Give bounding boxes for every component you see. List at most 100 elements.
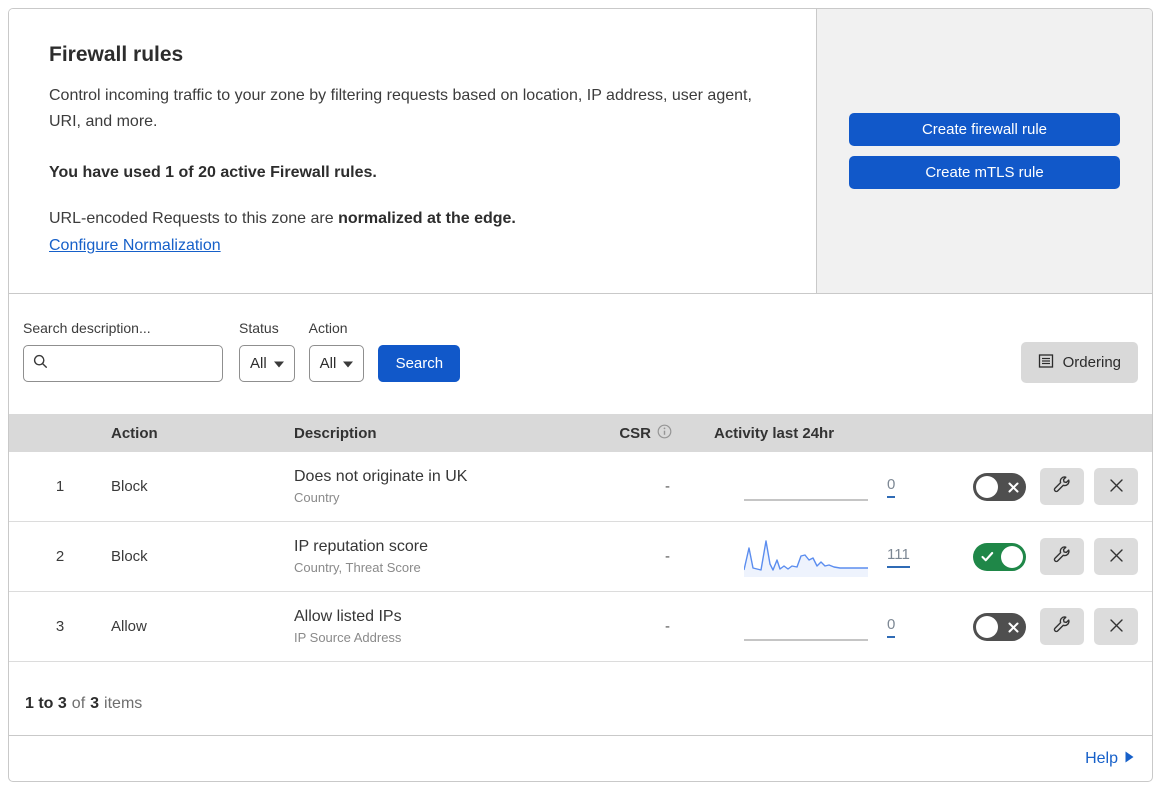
- edit-rule-button[interactable]: [1040, 468, 1084, 505]
- pagination-items: items: [104, 694, 143, 712]
- toggle-knob: [1001, 545, 1023, 568]
- normalization-bold-text: normalized at the edge.: [338, 210, 516, 228]
- rule-description-cell: IP reputation score Country, Threat Scor…: [272, 538, 602, 575]
- pagination: 1 to 3 of 3 items: [9, 662, 1152, 736]
- rule-enabled-toggle[interactable]: [973, 542, 1026, 571]
- wrench-icon: [1052, 475, 1072, 498]
- page-title: Firewall rules: [49, 43, 184, 66]
- action-dropdown-value: All: [319, 355, 337, 372]
- delete-rule-button[interactable]: [1094, 608, 1138, 645]
- configure-normalization-link[interactable]: Configure Normalization: [49, 237, 221, 255]
- table-row: 1 Block Does not originate in UK Country…: [9, 452, 1152, 522]
- activity-sparkline: [743, 537, 868, 577]
- filter-bar: Search description... Status All Action …: [9, 294, 1152, 414]
- rule-csr-value: -: [665, 618, 670, 635]
- rule-description: Does not originate in UK: [294, 468, 468, 485]
- normalization-note: URL-encoded Requests to this zone are no…: [49, 210, 776, 228]
- ordering-button[interactable]: Ordering: [1020, 342, 1138, 383]
- table-row: 3 Allow Allow listed IPs IP Source Addre…: [9, 592, 1152, 662]
- action-column-header: Action: [111, 424, 158, 442]
- pagination-of: of: [71, 694, 86, 712]
- rule-index: 1: [55, 478, 65, 495]
- activity-sparkline-empty: [744, 607, 868, 647]
- ordering-button-label: Ordering: [1062, 354, 1121, 371]
- delete-rule-button[interactable]: [1094, 468, 1138, 505]
- edit-rule-button[interactable]: [1040, 608, 1084, 645]
- search-input-wrapper: [23, 345, 223, 382]
- rule-description-cell: Does not originate in UK Country: [272, 468, 602, 505]
- rule-controls: [954, 538, 1152, 575]
- status-label: Status: [239, 320, 279, 336]
- rule-controls: [954, 608, 1152, 645]
- create-firewall-rule-button[interactable]: Create firewall rule: [849, 113, 1120, 146]
- delete-rule-button[interactable]: [1094, 538, 1138, 575]
- close-icon: [1109, 618, 1124, 636]
- status-dropdown-value: All: [250, 355, 267, 372]
- rule-activity-cell: 0: [696, 607, 954, 647]
- help-link-label: Help: [1085, 749, 1118, 767]
- rule-action: Block: [111, 548, 148, 565]
- toggle-on-check-icon: [981, 550, 994, 568]
- usage-summary: You have used 1 of 20 active Firewall ru…: [49, 164, 377, 182]
- search-label: Search description...: [23, 320, 151, 336]
- rule-index: 3: [55, 618, 65, 635]
- rule-action: Block: [111, 478, 148, 495]
- search-icon: [33, 354, 48, 374]
- create-mtls-rule-button[interactable]: Create mTLS rule: [849, 156, 1120, 189]
- rule-fields: Country: [294, 490, 340, 505]
- toggle-off-x-icon: [1008, 620, 1019, 638]
- toggle-off-x-icon: [1008, 480, 1019, 498]
- help-arrow-icon: [1125, 750, 1134, 768]
- pagination-total: 3: [90, 694, 100, 712]
- actions-panel: Create firewall rule Create mTLS rule: [816, 9, 1152, 293]
- help-bar: Help: [9, 736, 1152, 781]
- firewall-rules-page: Firewall rules Control incoming traffic …: [8, 8, 1153, 782]
- activity-count-link[interactable]: 0: [887, 616, 896, 638]
- close-icon: [1109, 478, 1124, 496]
- action-dropdown[interactable]: All: [308, 345, 365, 382]
- edit-rule-button[interactable]: [1040, 538, 1084, 575]
- csr-column-header: CSR: [602, 424, 696, 443]
- rule-action: Allow: [111, 618, 147, 635]
- rule-enabled-toggle[interactable]: [973, 472, 1026, 501]
- page-description: Control incoming traffic to your zone by…: [49, 87, 752, 130]
- rule-enabled-toggle[interactable]: [973, 612, 1026, 641]
- rule-description: Allow listed IPs: [294, 608, 402, 625]
- chevron-down-icon: [273, 355, 284, 372]
- action-filter-group: Action All: [308, 320, 379, 382]
- wrench-icon: [1052, 545, 1072, 568]
- status-filter-group: Status All: [239, 320, 309, 382]
- search-group: Search description...: [23, 320, 239, 382]
- description-column-header: Description: [294, 424, 377, 442]
- status-dropdown[interactable]: All: [239, 345, 295, 382]
- rule-description: IP reputation score: [294, 538, 429, 555]
- rule-fields: IP Source Address: [294, 630, 402, 645]
- info-icon[interactable]: [657, 424, 672, 443]
- activity-sparkline-empty: [744, 467, 868, 507]
- rule-description-cell: Allow listed IPs IP Source Address: [272, 608, 602, 645]
- toggle-knob: [976, 615, 998, 638]
- rule-controls: [954, 468, 1152, 505]
- rule-index: 2: [55, 548, 65, 565]
- rule-csr-value: -: [665, 548, 670, 565]
- table-header: Action Description CSR Activity last 24h…: [9, 414, 1152, 452]
- ordering-list-icon: [1038, 353, 1054, 373]
- rule-activity-cell: 111: [696, 537, 954, 577]
- rule-fields: Country, Threat Score: [294, 560, 421, 575]
- rule-activity-cell: 0: [696, 467, 954, 507]
- csr-header-label: CSR: [619, 424, 651, 442]
- normalization-text: URL-encoded Requests to this zone are: [49, 210, 339, 228]
- pagination-range: 1 to 3: [25, 694, 67, 712]
- help-link[interactable]: Help: [1085, 750, 1134, 768]
- table-row: 2 Block IP reputation score Country, Thr…: [9, 522, 1152, 592]
- activity-count-link[interactable]: 111: [887, 546, 910, 568]
- activity-count-link[interactable]: 0: [887, 476, 896, 498]
- search-button[interactable]: Search: [378, 345, 461, 382]
- search-input[interactable]: [54, 355, 213, 372]
- close-icon: [1109, 548, 1124, 566]
- rule-csr-value: -: [665, 478, 670, 495]
- activity-column-header: Activity last 24hr: [714, 424, 835, 442]
- toggle-knob: [976, 475, 998, 498]
- intro-card: Firewall rules Control incoming traffic …: [9, 9, 816, 293]
- action-label: Action: [308, 320, 348, 336]
